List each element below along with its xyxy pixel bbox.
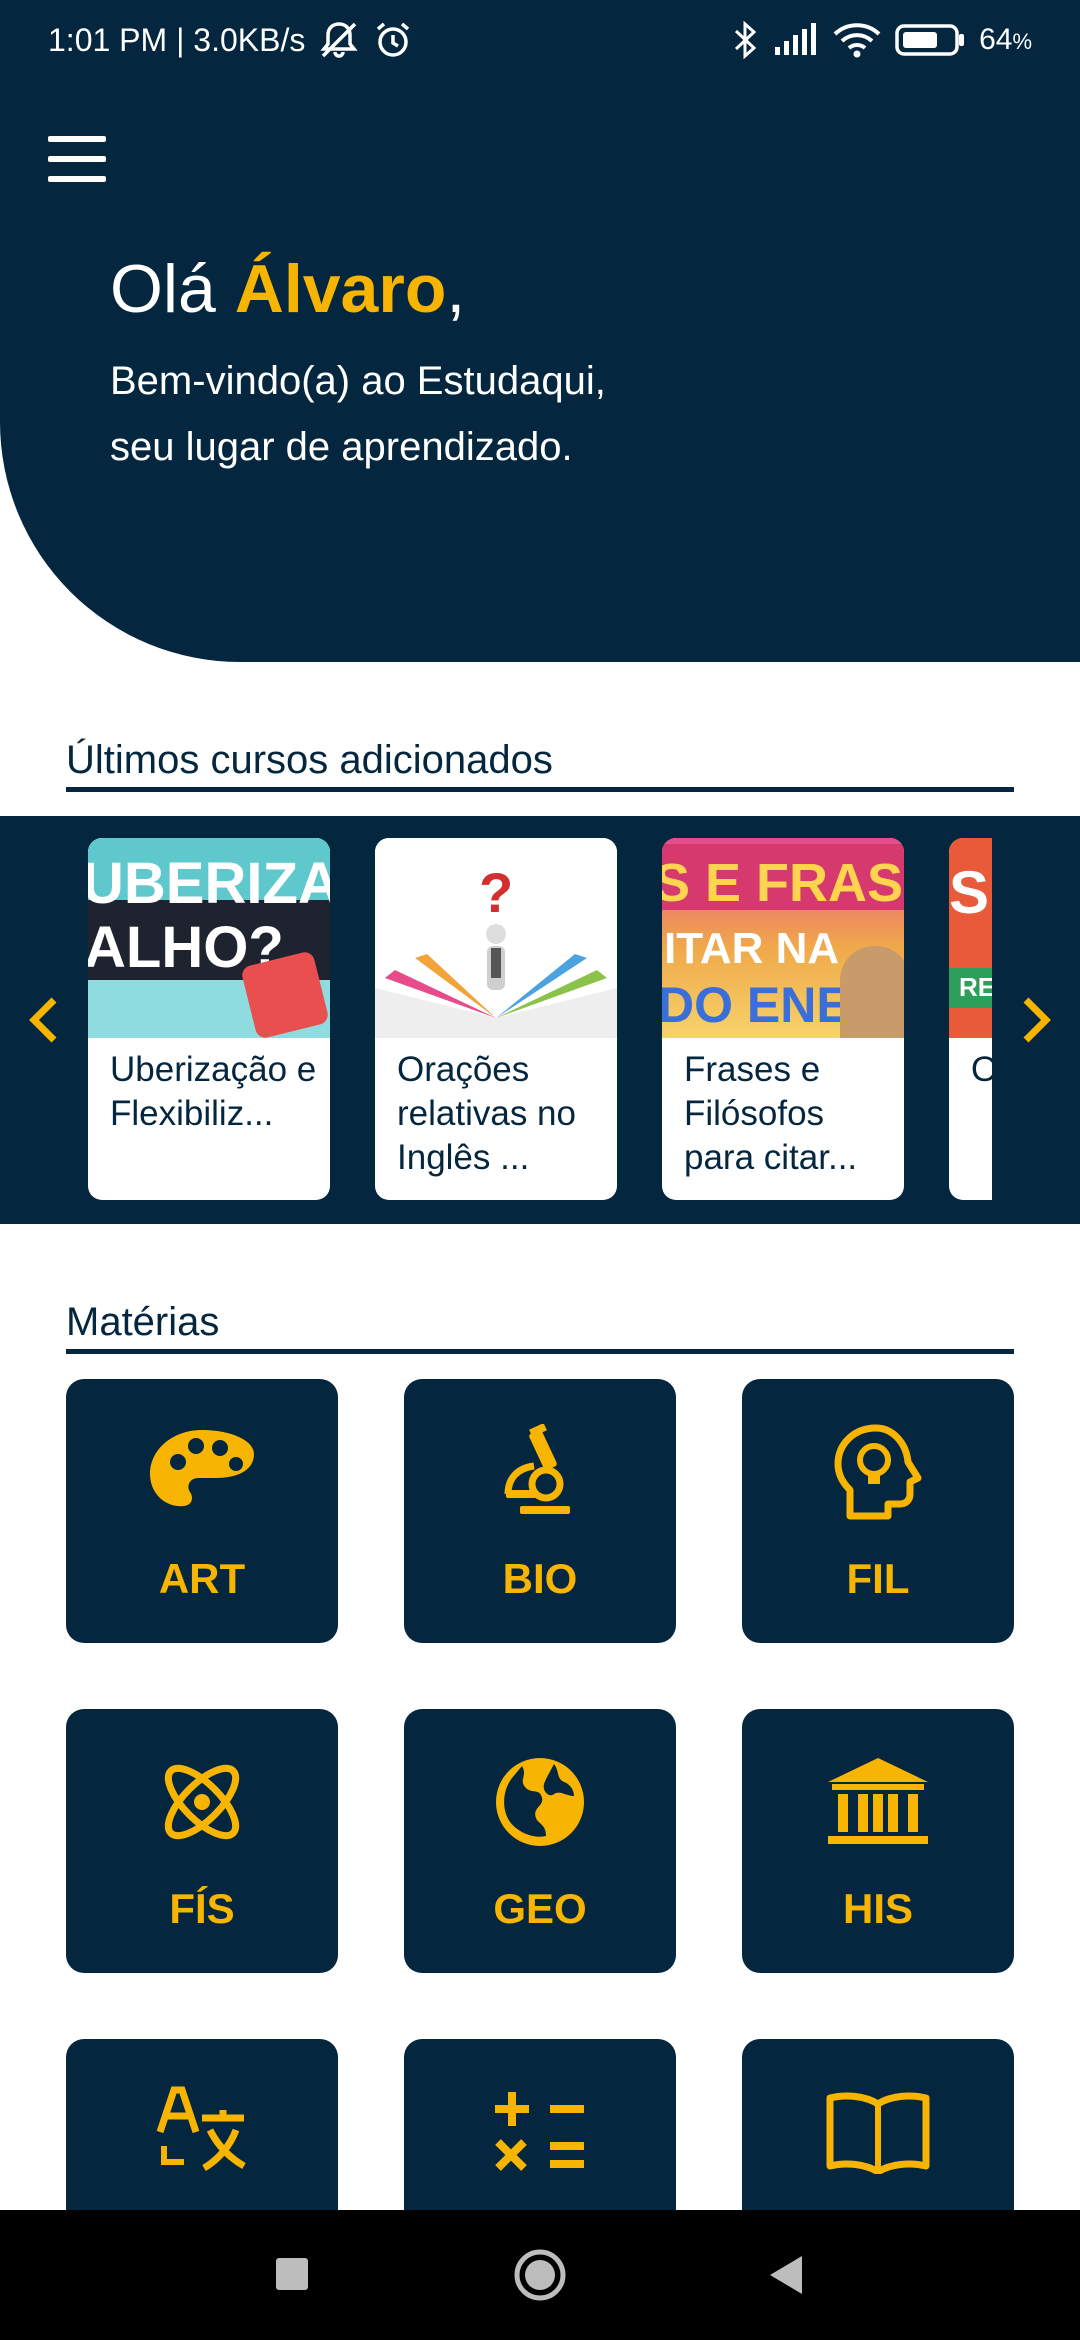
courses-section-title: Últimos cursos adicionados	[66, 738, 1014, 792]
recents-button[interactable]	[274, 2248, 310, 2307]
book-icon	[818, 2077, 938, 2187]
greeting: Olá Álvaro,	[110, 250, 465, 328]
course-title: Orações relativas no Inglês ...	[397, 1050, 576, 1177]
subject-fis[interactable]: FÍS	[66, 1709, 338, 1973]
subject-label: FÍS	[169, 1885, 235, 1932]
courses-carousel[interactable]: UBERIZAÇÃ ALHO? Uberização e Flexibiliz.…	[0, 816, 1080, 1224]
thumb-text: S	[949, 859, 990, 926]
chevron-right-icon	[1023, 997, 1051, 1043]
mute-icon	[317, 20, 361, 60]
subject-art[interactable]: ART	[66, 1379, 338, 1643]
thumb-text: ITAR NA	[664, 924, 840, 973]
head-bulb-icon	[818, 1417, 938, 1527]
triangle-back-icon	[770, 2256, 802, 2294]
microscope-icon	[480, 1417, 600, 1527]
palette-icon	[142, 1417, 262, 1527]
subject-label: BIO	[502, 1555, 578, 1602]
thumb-text: S E FRASES	[662, 853, 904, 913]
courses-list: UBERIZAÇÃ ALHO? Uberização e Flexibiliz.…	[88, 838, 992, 1204]
greeting-prefix: Olá	[110, 251, 235, 327]
question-mark-icon: ?	[479, 861, 514, 924]
welcome-line-1: Bem-vindo(a) ao Estudaqui,	[110, 359, 606, 403]
course-card[interactable]: S E FRASES ITAR NA DO ENEM Frases e Filó…	[662, 838, 904, 1200]
chevron-left-icon	[29, 997, 57, 1043]
course-title: Uberização e Flexibiliz...	[110, 1050, 317, 1133]
status-time: 1:01 PM | 3.0KB/s	[48, 21, 306, 58]
circle-icon	[514, 2249, 566, 2301]
battery-value: 64	[979, 23, 1013, 56]
course-thumbnail: S RE	[949, 838, 992, 1038]
subject-label: ART	[158, 1555, 246, 1602]
wifi-icon	[833, 22, 881, 58]
signal-icon	[773, 23, 819, 57]
subject-label: HIS	[842, 1885, 913, 1932]
system-navigation-bar	[0, 2210, 1080, 2340]
menu-line	[48, 176, 106, 182]
subject-bio[interactable]: BIO	[404, 1379, 676, 1643]
course-card[interactable]: ? Orações relativas no Inglês ...	[375, 838, 617, 1200]
battery-icon	[895, 23, 965, 57]
course-thumbnail: S E FRASES ITAR NA DO ENEM	[662, 838, 904, 1038]
welcome-line-2: seu lugar de aprendizado.	[110, 425, 573, 469]
course-thumbnail: ?	[375, 838, 617, 1038]
back-button[interactable]	[766, 2248, 806, 2307]
subjects-section-title: Matérias	[66, 1300, 1014, 1354]
user-name: Álvaro	[234, 251, 447, 327]
subject-geo[interactable]: GEO	[404, 1709, 676, 1973]
globe-icon	[480, 1747, 600, 1857]
thumb-text: RE	[959, 972, 992, 1002]
thumb-text: UBERIZAÇÃ	[88, 851, 330, 916]
welcome-header: Olá Álvaro, Bem-vindo(a) ao Estudaqui, s…	[0, 80, 1080, 662]
battery-level: 64%	[979, 23, 1032, 57]
course-title: Frases e Filósofos para citar...	[684, 1050, 858, 1177]
subject-his[interactable]: HIS	[742, 1709, 1014, 1973]
museum-icon	[818, 1747, 938, 1857]
course-card[interactable]: S RE O s m	[949, 838, 992, 1200]
battery-unit: %	[1012, 29, 1032, 54]
welcome-message: Bem-vindo(a) ao Estudaqui, seu lugar de …	[110, 348, 910, 480]
carousel-prev-button[interactable]	[24, 994, 64, 1046]
course-thumbnail: UBERIZAÇÃ ALHO?	[88, 838, 330, 1038]
alarm-icon	[373, 20, 413, 60]
menu-button[interactable]	[48, 136, 106, 182]
menu-line	[48, 156, 106, 162]
menu-line	[48, 136, 106, 142]
carousel-next-button[interactable]	[1016, 994, 1056, 1046]
home-button[interactable]	[513, 2248, 567, 2307]
atom-icon	[142, 1747, 262, 1857]
subject-label: GEO	[493, 1885, 587, 1932]
status-bar: 1:01 PM | 3.0KB/s 64%	[0, 0, 1080, 80]
square-icon	[276, 2258, 308, 2290]
greeting-suffix: ,	[446, 251, 466, 327]
course-card[interactable]: UBERIZAÇÃ ALHO? Uberização e Flexibiliz.…	[88, 838, 330, 1200]
course-title: O s m	[971, 1050, 992, 1089]
subject-fil[interactable]: FIL	[742, 1379, 1014, 1643]
subject-label: FIL	[846, 1555, 910, 1602]
translate-icon	[142, 2077, 262, 2187]
calculator-icon	[480, 2077, 600, 2187]
bluetooth-icon	[733, 21, 759, 59]
